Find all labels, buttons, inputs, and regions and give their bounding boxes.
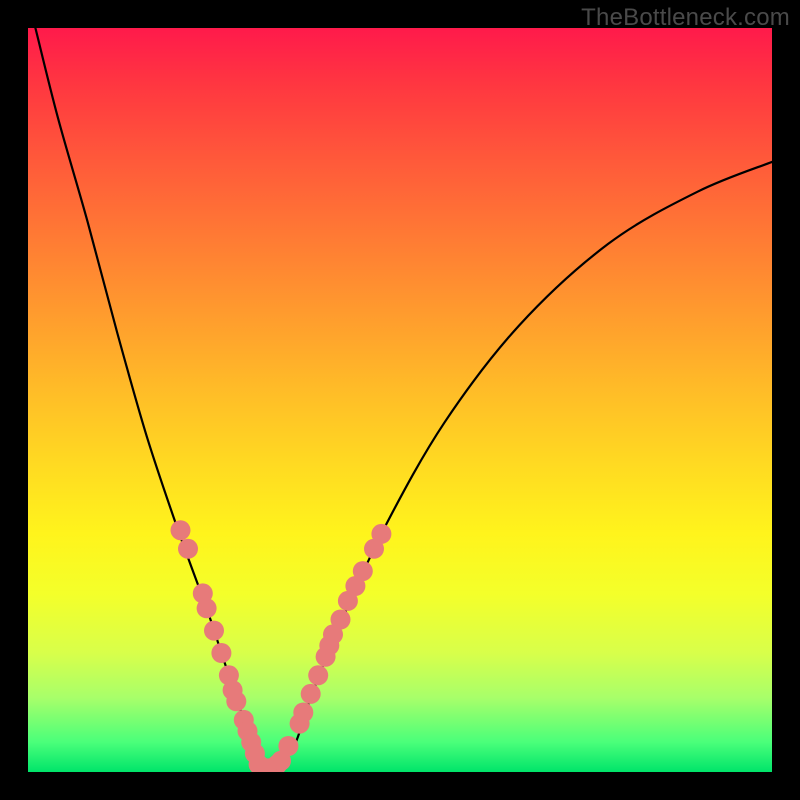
sample-dot (171, 520, 191, 540)
sample-dot (308, 665, 328, 685)
sample-dot (301, 684, 321, 704)
sample-dot (371, 524, 391, 544)
sample-dot (331, 610, 351, 630)
sample-dot (226, 691, 246, 711)
sample-dot (293, 703, 313, 723)
watermark-text: TheBottleneck.com (581, 4, 790, 32)
curve-layer (35, 28, 772, 772)
plot-area (28, 28, 772, 772)
sample-dot (211, 643, 231, 663)
sample-dot (353, 561, 373, 581)
sample-dot (278, 736, 298, 756)
bottleneck-curve (35, 28, 772, 772)
sample-dot (178, 539, 198, 559)
sample-dot (204, 621, 224, 641)
sample-dots-layer (171, 520, 392, 772)
chart-svg (28, 28, 772, 772)
chart-frame: TheBottleneck.com (0, 0, 800, 800)
sample-dot (197, 598, 217, 618)
